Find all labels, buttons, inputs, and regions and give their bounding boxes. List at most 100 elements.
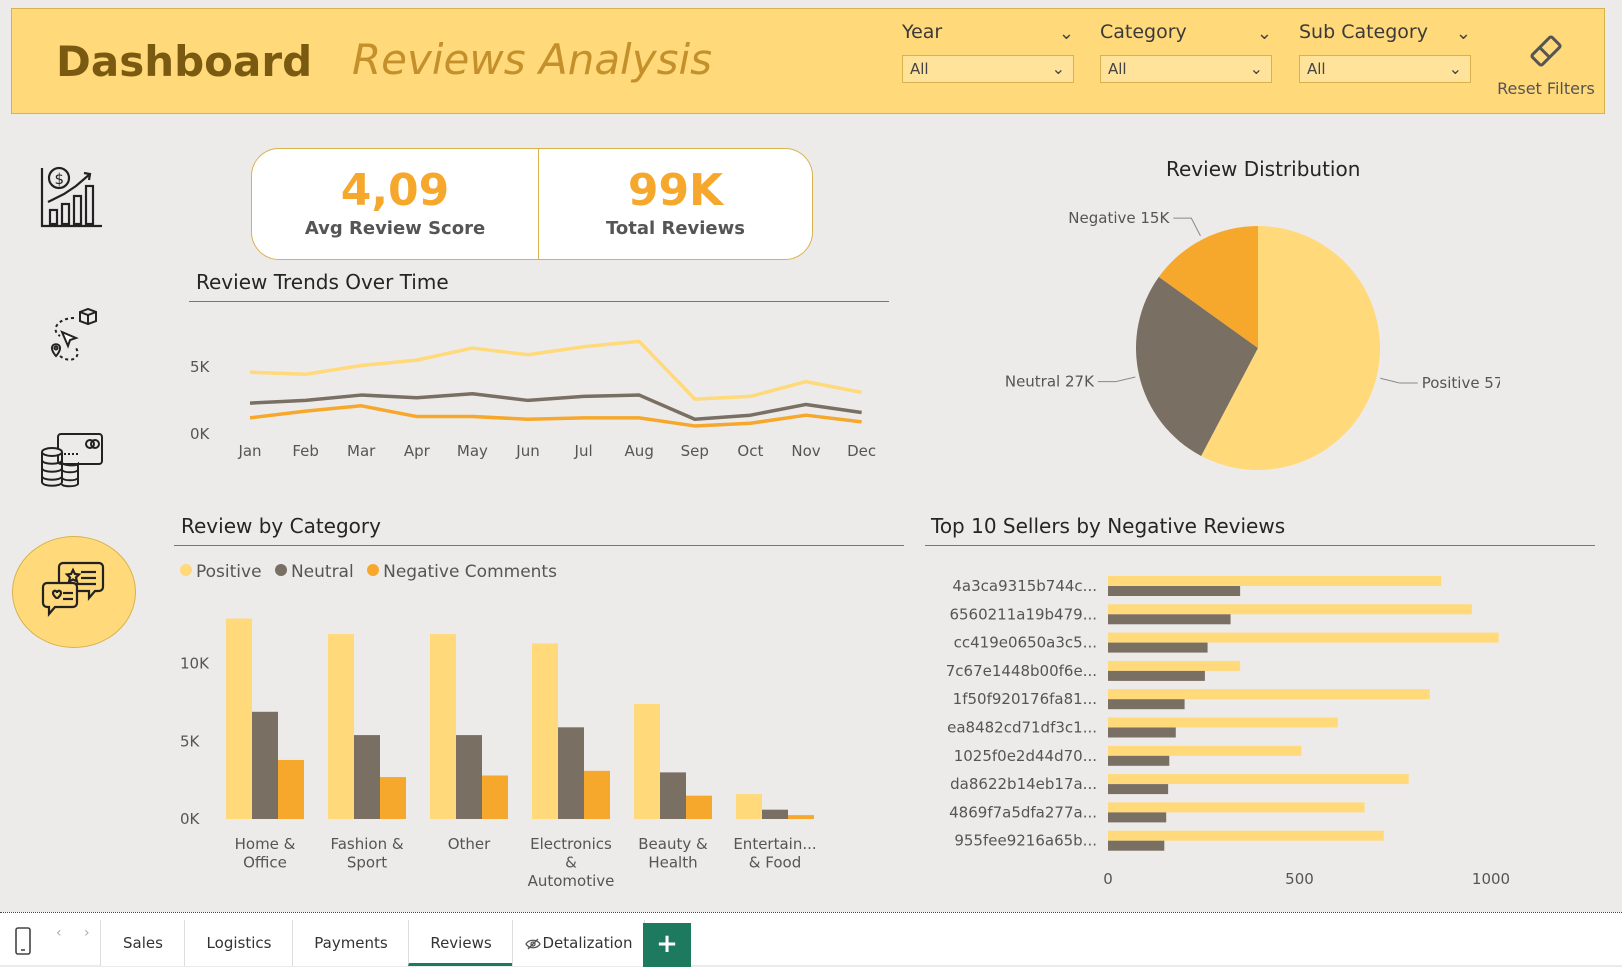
legend-positive: Positive — [180, 562, 262, 582]
bar-neutral — [660, 772, 686, 819]
seller-bar-negative — [1108, 699, 1185, 710]
seller-label: da8622b14eb17a... — [950, 775, 1097, 793]
category-filter-label: Category — [1100, 21, 1187, 43]
x-tick-label: Aug — [625, 442, 654, 460]
chevron-right-icon[interactable]: › — [84, 925, 90, 941]
bar-positive — [736, 794, 762, 819]
header-bar: Dashboard Reviews Analysis Year ⌄ All ⌄ C… — [11, 8, 1605, 114]
x-tick-label: May — [457, 442, 488, 460]
category-title: Review by Category — [181, 514, 381, 538]
seller-bar-total — [1108, 717, 1338, 728]
bar-negative-comments — [584, 770, 610, 819]
pie-slice-label: Neutral 27K — [1005, 373, 1095, 391]
subcategory-select[interactable]: All ⌄ — [1299, 55, 1471, 83]
trends-divider — [189, 301, 889, 302]
seller-bar-total — [1108, 830, 1384, 841]
category-label: & — [565, 854, 577, 872]
x-tick-label: 500 — [1285, 870, 1314, 888]
category-bar-chart: 0K 5K 10K Home &Office Fashion &Sport Other El… — [180, 618, 817, 890]
chevron-down-icon[interactable]: ⌄ — [1449, 56, 1462, 82]
bar-negative-comments — [482, 775, 508, 819]
distribution-title: Review Distribution — [1166, 157, 1361, 181]
seller-label: 4869f7a5dfa277a... — [949, 803, 1097, 821]
seller-bar-total — [1108, 604, 1472, 615]
reset-filters-button[interactable]: Reset Filters — [1496, 29, 1596, 98]
x-tick-label: Feb — [292, 442, 319, 460]
reviews-chat-icon[interactable] — [41, 559, 105, 623]
seller-label: 4a3ca9315b744c... — [952, 577, 1097, 595]
bar-negative-comments — [788, 815, 814, 819]
category-label: Electronics — [530, 835, 612, 853]
category-label: Home & — [235, 835, 296, 853]
x-tick-label: 0 — [1103, 870, 1113, 888]
category-label: Other — [448, 835, 491, 853]
page-subtitle: Reviews Analysis — [352, 35, 713, 84]
category-label: & Food — [749, 854, 801, 872]
x-tick-label: Nov — [791, 442, 820, 460]
payments-card-coins-icon[interactable] — [40, 428, 104, 492]
seller-label: 7c67e1448b00f6e... — [946, 662, 1097, 680]
category-divider — [174, 545, 904, 546]
tab-reviews[interactable]: Reviews — [408, 920, 514, 966]
y-tick-label: 0K — [190, 425, 211, 443]
bar-neutral — [252, 711, 278, 819]
seller-label: 6560211a19b479... — [949, 605, 1097, 623]
seller-label: ea8482cd71df3c1... — [947, 719, 1097, 737]
x-tick-label: Mar — [347, 442, 376, 460]
bar-neutral — [456, 735, 482, 819]
year-filter[interactable]: Year ⌄ All ⌄ — [902, 17, 1074, 83]
bar-positive — [226, 618, 252, 819]
chevron-down-icon[interactable]: ⌄ — [1059, 23, 1074, 44]
mobile-layout-icon[interactable] — [14, 927, 32, 955]
y-tick-label: 5K — [190, 358, 211, 376]
seller-bar-negative — [1108, 727, 1176, 738]
seller-bar-negative — [1108, 614, 1231, 625]
avg-review-score-card: 4,09 Avg Review Score — [251, 148, 539, 260]
chevron-down-icon[interactable]: ⌄ — [1052, 56, 1065, 82]
chevron-left-icon[interactable]: ‹ — [56, 925, 62, 941]
reset-filters-label: Reset Filters — [1497, 79, 1595, 98]
x-tick-label: Sep — [681, 442, 709, 460]
trends-title: Review Trends Over Time — [196, 270, 449, 294]
series-line-2 — [249, 404, 862, 428]
year-filter-label: Year — [902, 21, 943, 43]
bar-neutral — [762, 809, 788, 819]
seller-bar-negative — [1108, 812, 1167, 823]
subcategory-filter[interactable]: Sub Category ⌄ All ⌄ — [1299, 17, 1471, 83]
x-tick-label: Oct — [737, 442, 763, 460]
bar-positive — [430, 634, 456, 819]
category-select-value: All — [1108, 60, 1127, 78]
chevron-down-icon[interactable]: ⌄ — [1250, 56, 1263, 82]
svg-text:$: $ — [55, 170, 65, 188]
tab-logistics[interactable]: Logistics — [184, 920, 294, 966]
year-select[interactable]: All ⌄ — [902, 55, 1074, 83]
bar-negative-comments — [380, 777, 406, 819]
chevron-down-icon[interactable]: ⌄ — [1257, 23, 1272, 44]
seller-bar-total — [1108, 745, 1302, 756]
legend-negative: Negative Comments — [367, 562, 557, 582]
x-tick-label: Jul — [574, 442, 593, 460]
total-reviews-card: 99K Total Reviews — [538, 148, 813, 260]
category-label: Sport — [347, 854, 387, 872]
pie-slice-label: Negative 15K — [1068, 209, 1170, 227]
chevron-down-icon[interactable]: ⌄ — [1456, 23, 1471, 44]
sellers-divider — [925, 545, 1595, 546]
legend-negative-swatch — [367, 564, 380, 576]
tab-payments[interactable]: Payments — [292, 920, 410, 966]
avg-review-score-label: Avg Review Score — [304, 218, 486, 239]
sellers-title: Top 10 Sellers by Negative Reviews — [931, 514, 1286, 538]
category-select[interactable]: All ⌄ — [1100, 55, 1272, 83]
bar-positive — [532, 643, 558, 819]
sales-growth-icon[interactable]: $ — [40, 164, 104, 228]
tab-detalization[interactable]: Detalization — [512, 920, 645, 966]
seller-label: cc419e0650a3c5... — [954, 634, 1097, 652]
pie-leader-line — [1380, 377, 1418, 384]
add-page-button[interactable]: + — [643, 923, 691, 967]
y-tick-label: 5K — [180, 732, 201, 750]
logistics-route-icon[interactable] — [40, 306, 104, 370]
pie-leader-line — [1097, 376, 1136, 383]
tab-sales[interactable]: Sales — [100, 920, 186, 966]
seller-bar-total — [1108, 802, 1365, 813]
category-filter[interactable]: Category ⌄ All ⌄ — [1100, 17, 1272, 83]
seller-label: 955fee9216a65b... — [954, 832, 1097, 850]
